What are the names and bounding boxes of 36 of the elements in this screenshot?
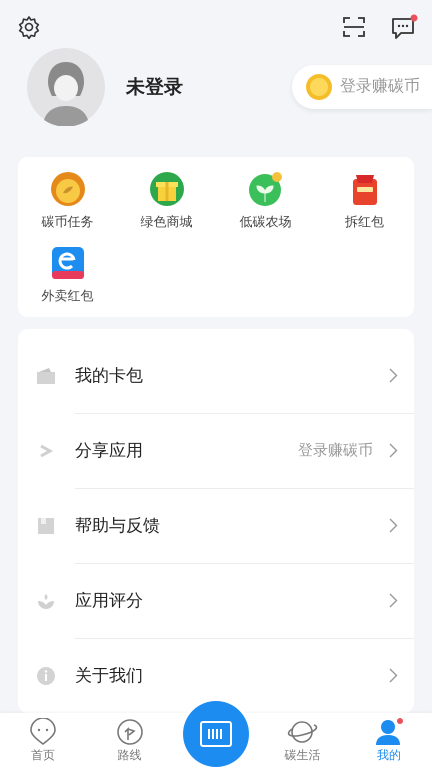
scan-icon[interactable]: [342, 14, 366, 39]
chevron-icon: [389, 592, 398, 608]
nav-tab[interactable]: 我的: [346, 713, 432, 768]
smiley-icon: [29, 718, 58, 746]
menu-item[interactable]: 分享应用: [75, 438, 298, 462]
chevron-icon: [389, 518, 398, 533]
document-icon: [36, 516, 56, 536]
wallet-icon: [36, 366, 56, 386]
nav-tab[interactable]: 首页: [0, 713, 86, 768]
coin-icon[interactable]: [50, 171, 86, 208]
menu-item[interactable]: 我的卡包: [75, 364, 389, 387]
shortcut-label[interactable]: 拆红包: [345, 213, 384, 232]
barcode-icon: [199, 720, 233, 748]
message-icon[interactable]: [390, 12, 418, 41]
sprout-icon[interactable]: [248, 171, 284, 208]
chevron-icon: [389, 368, 398, 383]
gift-icon[interactable]: [148, 171, 184, 208]
profile-name: 未登录: [126, 74, 184, 100]
avatar-icon[interactable]: [27, 48, 105, 126]
info-icon: [36, 666, 56, 686]
settings-icon[interactable]: [17, 14, 41, 39]
chevron-icon: [389, 668, 398, 684]
menu-item[interactable]: 帮助与反馈: [75, 514, 389, 537]
menu-item[interactable]: 关于我们: [75, 664, 389, 688]
shortcut-label[interactable]: 绿色商城: [140, 213, 192, 232]
shortcut-label[interactable]: 碳币任务: [42, 213, 94, 232]
menu-item[interactable]: 应用评分: [75, 588, 389, 612]
shortcut-label[interactable]: 外卖红包: [42, 287, 94, 306]
food-delivery-app-icon[interactable]: [50, 245, 86, 282]
shortcut-label[interactable]: 低碳农场: [240, 213, 292, 232]
menu-hint: 登录赚碳币: [298, 440, 373, 460]
coin-icon: [306, 74, 332, 100]
chevron-icon: [389, 442, 398, 458]
nav-tab[interactable]: 路线: [86, 713, 173, 768]
person-icon: [374, 718, 404, 746]
nav-tab[interactable]: 碳生活: [259, 713, 346, 768]
